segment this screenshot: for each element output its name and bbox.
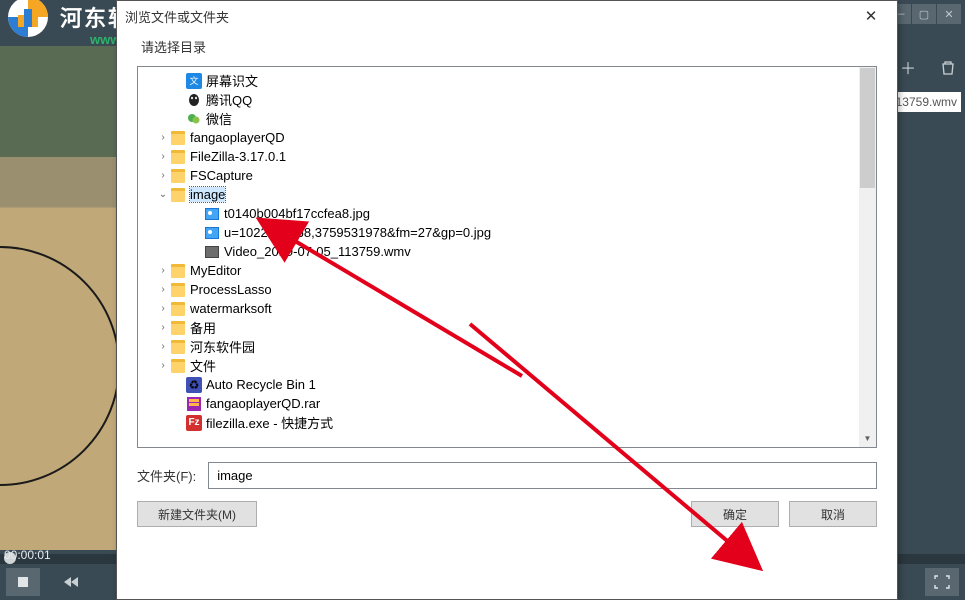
tree-item[interactable]: t0140b004bf17ccfea8.jpg: [138, 204, 876, 223]
timecode: 00:00:01: [4, 548, 51, 562]
image-file-icon: [204, 206, 220, 222]
expand-toggle-icon[interactable]: ›: [156, 170, 170, 181]
expand-toggle-icon[interactable]: ›: [156, 151, 170, 162]
dialog-titlebar: 浏览文件或文件夹 ✕: [117, 1, 897, 31]
tree-item[interactable]: › FileZilla-3.17.0.1: [138, 147, 876, 166]
tree-item[interactable]: › 文件: [138, 356, 876, 375]
tree-item[interactable]: ♻ Auto Recycle Bin 1: [138, 375, 876, 394]
tree-item-label: image: [190, 187, 225, 202]
tree-item-label: fangaoplayerQD.rar: [206, 396, 320, 411]
tree-item[interactable]: 微信: [138, 109, 876, 128]
video-preview: [0, 46, 130, 550]
tree-item-label: 文件: [190, 356, 216, 375]
tree-item-label: filezilla.exe - 快捷方式: [206, 413, 333, 432]
folder-icon: [170, 282, 186, 298]
recycle-icon: ♻: [186, 377, 202, 393]
folder-field-row: 文件夹(F):: [137, 462, 877, 489]
tree-item-label: Auto Recycle Bin 1: [206, 377, 316, 392]
dialog-close-button[interactable]: ✕: [853, 2, 889, 30]
tree-scrollbar[interactable]: ▲ ▼: [859, 67, 876, 447]
scroll-thumb[interactable]: [860, 68, 875, 188]
tree-item-label: 河东软件园: [190, 337, 255, 356]
folder-icon: [170, 168, 186, 184]
folder-icon: [170, 149, 186, 165]
folder-field-label: 文件夹(F):: [137, 466, 196, 485]
tree-item-label: fangaoplayerQD: [190, 130, 285, 145]
scroll-down-icon[interactable]: ▼: [859, 430, 876, 447]
tree-item-label: t0140b004bf17ccfea8.jpg: [224, 206, 370, 221]
tree-item-label: watermarksoft: [190, 301, 272, 316]
tree-item-label: FileZilla-3.17.0.1: [190, 149, 286, 164]
tree-item[interactable]: › FSCapture: [138, 166, 876, 185]
tree-item[interactable]: › fangaoplayerQD: [138, 128, 876, 147]
tree-item[interactable]: › 备用: [138, 318, 876, 337]
tree-item-label: FSCapture: [190, 168, 253, 183]
folder-icon: [170, 187, 186, 203]
tree-item[interactable]: 腾讯QQ: [138, 90, 876, 109]
folder-icon: [170, 130, 186, 146]
tree-item[interactable]: Video_2019-07-05_113759.wmv: [138, 242, 876, 261]
folder-tree: 文屏幕识文腾讯QQ微信 › fangaoplayerQD › FileZilla-3.1…: [137, 66, 877, 448]
qq-icon: [186, 92, 202, 108]
expand-toggle-icon[interactable]: ⌄: [156, 189, 170, 200]
play-button[interactable]: [6, 568, 40, 596]
cancel-button[interactable]: 取消: [789, 501, 877, 527]
add-icon[interactable]: ＋: [897, 56, 919, 78]
tree-item[interactable]: › MyEditor: [138, 261, 876, 280]
new-folder-button[interactable]: 新建文件夹(M): [137, 501, 257, 527]
tree-item-label: ProcessLasso: [190, 282, 272, 297]
app-logo-icon: [4, 0, 52, 41]
tree-item[interactable]: fangaoplayerQD.rar: [138, 394, 876, 413]
tree-item[interactable]: › ProcessLasso: [138, 280, 876, 299]
tree-item[interactable]: › watermarksoft: [138, 299, 876, 318]
image-file-icon: [204, 225, 220, 241]
expand-toggle-icon[interactable]: ›: [156, 360, 170, 371]
wechat-icon: [186, 111, 202, 127]
expand-toggle-icon[interactable]: ›: [156, 284, 170, 295]
tree-item-label: u=1022109268,3759531978&fm=27&gp=0.jpg: [224, 225, 491, 240]
main-window: 河东软件园 www.pc0359.cn — ▢ ✕ ＋ 13759.wmv 00…: [0, 0, 965, 600]
tree-item-label: 微信: [206, 109, 232, 128]
tree-item[interactable]: ⌄ image: [138, 185, 876, 204]
tree-item-label: 腾讯QQ: [206, 90, 252, 109]
tree-item[interactable]: Fzfilezilla.exe - 快捷方式: [138, 413, 876, 432]
tree-item-label: 备用: [190, 318, 216, 337]
expand-toggle-icon[interactable]: ›: [156, 322, 170, 333]
tree-item-label: MyEditor: [190, 263, 241, 278]
playlist-item[interactable]: 13759.wmv: [892, 92, 961, 112]
expand-toggle-icon[interactable]: ›: [156, 303, 170, 314]
expand-toggle-icon[interactable]: ›: [156, 132, 170, 143]
folder-icon: [170, 263, 186, 279]
folder-icon: [170, 301, 186, 317]
close-button[interactable]: ✕: [937, 4, 961, 24]
app-icon: 文: [186, 73, 202, 89]
video-file-icon: [204, 244, 220, 260]
tree-item[interactable]: › 河东软件园: [138, 337, 876, 356]
tree-item[interactable]: 文屏幕识文: [138, 71, 876, 90]
filezilla-icon: Fz: [186, 415, 202, 431]
folder-name-input[interactable]: [208, 462, 877, 489]
tree-item[interactable]: u=1022109268,3759531978&fm=27&gp=0.jpg: [138, 223, 876, 242]
folder-icon: [170, 358, 186, 374]
dialog-instruction: 请选择目录: [117, 31, 897, 66]
rar-icon: [186, 396, 202, 412]
dialog-title: 浏览文件或文件夹: [125, 7, 229, 26]
expand-toggle-icon[interactable]: ›: [156, 265, 170, 276]
dialog-button-row: 新建文件夹(M) 确定 取消: [137, 501, 877, 527]
folder-icon: [170, 320, 186, 336]
maximize-button[interactable]: ▢: [912, 4, 936, 24]
tree-item-label: 屏幕识文: [206, 71, 258, 90]
toolbar-right: ＋: [897, 56, 959, 78]
fullscreen-button[interactable]: [925, 568, 959, 596]
prev-button[interactable]: [54, 568, 88, 596]
expand-toggle-icon[interactable]: ›: [156, 341, 170, 352]
delete-icon[interactable]: [937, 56, 959, 78]
ok-button[interactable]: 确定: [691, 501, 779, 527]
browse-folder-dialog: 浏览文件或文件夹 ✕ 请选择目录 文屏幕识文腾讯QQ微信 › fangaoplaye…: [116, 0, 898, 600]
tree-item-label: Video_2019-07-05_113759.wmv: [224, 244, 411, 259]
folder-icon: [170, 339, 186, 355]
